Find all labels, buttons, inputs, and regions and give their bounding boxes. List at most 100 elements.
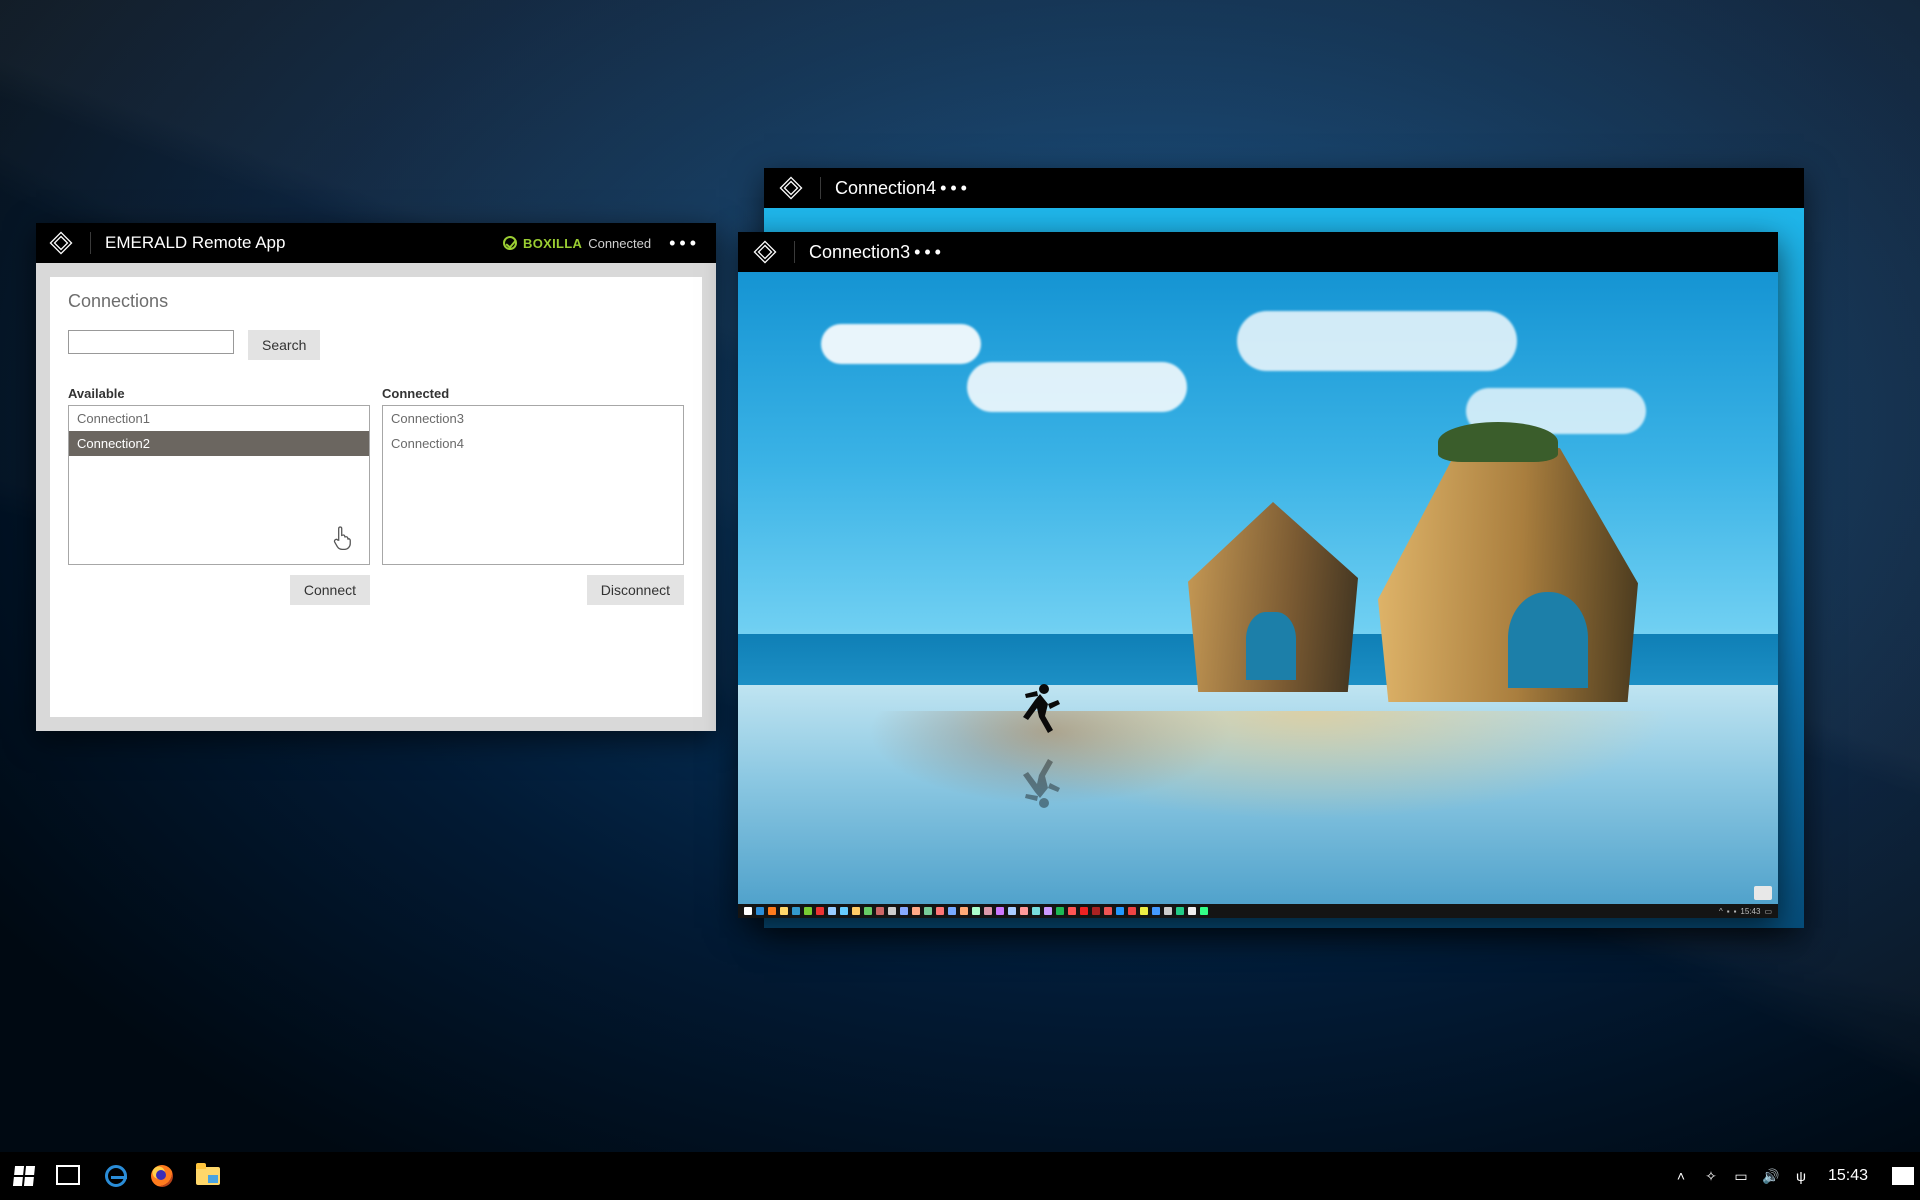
task-view-icon bbox=[60, 1168, 80, 1184]
remote-tray-net-icon[interactable]: ▪ bbox=[1727, 907, 1730, 916]
search-button[interactable]: Search bbox=[248, 330, 320, 360]
connections-panel: Connections Search Available Connection1… bbox=[50, 277, 702, 717]
titlebar-separator bbox=[820, 177, 821, 199]
connected-list-item[interactable]: Connection4 bbox=[383, 431, 683, 456]
connected-column: Connected Connection3Connection4 Disconn… bbox=[382, 386, 684, 605]
boxilla-status: BOXILLA Connected bbox=[503, 236, 651, 251]
tray-chevron-up-icon[interactable]: ˄ bbox=[1672, 1167, 1690, 1185]
remote-tray-chevron-icon[interactable]: ^ bbox=[1719, 907, 1723, 916]
app-title-text: EMERALD Remote App bbox=[105, 233, 285, 253]
remote-taskbar-app-icon[interactable] bbox=[1140, 907, 1148, 915]
remote3-body[interactable]: ^ ▪ ▪ 15:43 ▭ bbox=[738, 272, 1778, 918]
host-taskbar: ˄ ✧ ▭ 🔊 ψ 15:43 bbox=[0, 1152, 1920, 1200]
windows-logo-icon bbox=[13, 1166, 35, 1186]
status-vendor: BOXILLA bbox=[523, 236, 582, 251]
titlebar-separator bbox=[794, 241, 795, 263]
remote-taskbar-app-icon[interactable] bbox=[972, 907, 980, 915]
remote-taskbar-app-icon[interactable] bbox=[744, 907, 752, 915]
search-input[interactable] bbox=[68, 330, 234, 354]
remote-action-center-icon[interactable]: ▭ bbox=[1764, 907, 1772, 916]
tray-usb-icon[interactable]: ψ bbox=[1792, 1167, 1810, 1185]
firefox-taskbar-button[interactable] bbox=[144, 1158, 180, 1194]
remote-taskbar-app-icon[interactable] bbox=[936, 907, 944, 915]
remote-taskbar-app-icon[interactable] bbox=[756, 907, 764, 915]
remote3-titlebar[interactable]: Connection3 ••• bbox=[738, 232, 1778, 272]
remote-taskbar-app-icon[interactable] bbox=[1068, 907, 1076, 915]
remote4-titlebar[interactable]: Connection4 ••• bbox=[764, 168, 1804, 208]
remote-taskbar-app-icon[interactable] bbox=[876, 907, 884, 915]
remote-taskbar-app-icon[interactable] bbox=[792, 907, 800, 915]
remote-taskbar-app-icon[interactable] bbox=[888, 907, 896, 915]
connect-button[interactable]: Connect bbox=[290, 575, 370, 605]
remote-taskbar-app-icon[interactable] bbox=[924, 907, 932, 915]
remote-taskbar-app-icon[interactable] bbox=[864, 907, 872, 915]
taskbar-clock[interactable]: 15:43 bbox=[1822, 1167, 1874, 1185]
firefox-icon bbox=[151, 1165, 173, 1187]
start-button[interactable] bbox=[6, 1158, 42, 1194]
remote-taskbar-app-icon[interactable] bbox=[840, 907, 848, 915]
emerald-logo-icon bbox=[752, 239, 778, 265]
lists-row: Available Connection1Connection2 Connect… bbox=[68, 386, 684, 605]
available-column: Available Connection1Connection2 Connect bbox=[68, 386, 370, 605]
remote-taskbar-app-icon[interactable] bbox=[852, 907, 860, 915]
remote-taskbar-app-icon[interactable] bbox=[1200, 907, 1208, 915]
task-view-button[interactable] bbox=[52, 1158, 88, 1194]
runner-silhouette-icon bbox=[1018, 682, 1062, 746]
remote-taskbar-app-icon[interactable] bbox=[804, 907, 812, 915]
taskbar-right: ˄ ✧ ▭ 🔊 ψ 15:43 bbox=[1672, 1167, 1914, 1185]
remote-clock[interactable]: 15:43 bbox=[1740, 907, 1760, 916]
emerald-logo-icon bbox=[778, 175, 804, 201]
remote-taskbar-app-icon[interactable] bbox=[1104, 907, 1112, 915]
remote-taskbar-app-icon[interactable] bbox=[768, 907, 776, 915]
remote-window-connection3[interactable]: Connection3 ••• ^ ▪ ▪ 15:43 bbox=[738, 232, 1778, 918]
connected-listbox[interactable]: Connection3Connection4 bbox=[382, 405, 684, 565]
remote4-title-text: Connection4 bbox=[835, 178, 936, 199]
remote-taskbar-app-icon[interactable] bbox=[1188, 907, 1196, 915]
available-listbox[interactable]: Connection1Connection2 bbox=[68, 405, 370, 565]
remote-taskbar-app-icon[interactable] bbox=[948, 907, 956, 915]
remote-taskbar-app-icon[interactable] bbox=[1008, 907, 1016, 915]
remote-taskbar-app-icon[interactable] bbox=[996, 907, 1004, 915]
remote-taskbar-app-icon[interactable] bbox=[1152, 907, 1160, 915]
remote-taskbar-app-icon[interactable] bbox=[1128, 907, 1136, 915]
remote-taskbar-app-icon[interactable] bbox=[816, 907, 824, 915]
remote-taskbar-app-icon[interactable] bbox=[1032, 907, 1040, 915]
remote-taskbar-app-icon[interactable] bbox=[1044, 907, 1052, 915]
remote-taskbar[interactable]: ^ ▪ ▪ 15:43 ▭ bbox=[738, 904, 1778, 918]
remote-taskbar-app-icon[interactable] bbox=[1056, 907, 1064, 915]
remote3-more-menu-icon[interactable]: ••• bbox=[910, 238, 949, 267]
remote-taskbar-app-icon[interactable] bbox=[828, 907, 836, 915]
remote-taskbar-app-icon[interactable] bbox=[1164, 907, 1172, 915]
emerald-logo-icon bbox=[48, 230, 74, 256]
remote-taskbar-app-icon[interactable] bbox=[1080, 907, 1088, 915]
remote-tray-vol-icon[interactable]: ▪ bbox=[1734, 907, 1737, 916]
search-row: Search bbox=[68, 330, 684, 360]
connected-list-item[interactable]: Connection3 bbox=[383, 406, 683, 431]
available-list-item[interactable]: Connection1 bbox=[69, 406, 369, 431]
app-more-menu-icon[interactable]: ••• bbox=[665, 229, 704, 258]
status-check-icon bbox=[503, 236, 517, 250]
remote-taskbar-app-icon[interactable] bbox=[1116, 907, 1124, 915]
remote-taskbar-app-icon[interactable] bbox=[1020, 907, 1028, 915]
available-list-item[interactable]: Connection2 bbox=[69, 431, 369, 456]
disconnect-button[interactable]: Disconnect bbox=[587, 575, 684, 605]
tray-volume-icon[interactable]: 🔊 bbox=[1762, 1167, 1780, 1185]
remote-taskbar-app-icon[interactable] bbox=[780, 907, 788, 915]
tray-battery-icon[interactable]: ▭ bbox=[1732, 1167, 1750, 1185]
action-center-icon[interactable] bbox=[1892, 1167, 1914, 1185]
remote-notification-icon[interactable] bbox=[1754, 886, 1772, 900]
remote-taskbar-app-icon[interactable] bbox=[900, 907, 908, 915]
remote4-more-menu-icon[interactable]: ••• bbox=[936, 174, 975, 203]
edge-taskbar-button[interactable] bbox=[98, 1158, 134, 1194]
remote-taskbar-app-icon[interactable] bbox=[1176, 907, 1184, 915]
explorer-taskbar-button[interactable] bbox=[190, 1158, 226, 1194]
available-label: Available bbox=[68, 386, 370, 401]
remote-taskbar-app-icon[interactable] bbox=[984, 907, 992, 915]
app-titlebar[interactable]: EMERALD Remote App BOXILLA Connected ••• bbox=[36, 223, 716, 263]
remote-taskbar-app-icon[interactable] bbox=[912, 907, 920, 915]
emerald-app-window: EMERALD Remote App BOXILLA Connected •••… bbox=[36, 223, 716, 731]
remote-taskbar-app-icon[interactable] bbox=[960, 907, 968, 915]
tray-dropbox-icon[interactable]: ✧ bbox=[1702, 1167, 1720, 1185]
remote-taskbar-app-icon[interactable] bbox=[1092, 907, 1100, 915]
app-body: Connections Search Available Connection1… bbox=[36, 263, 716, 731]
